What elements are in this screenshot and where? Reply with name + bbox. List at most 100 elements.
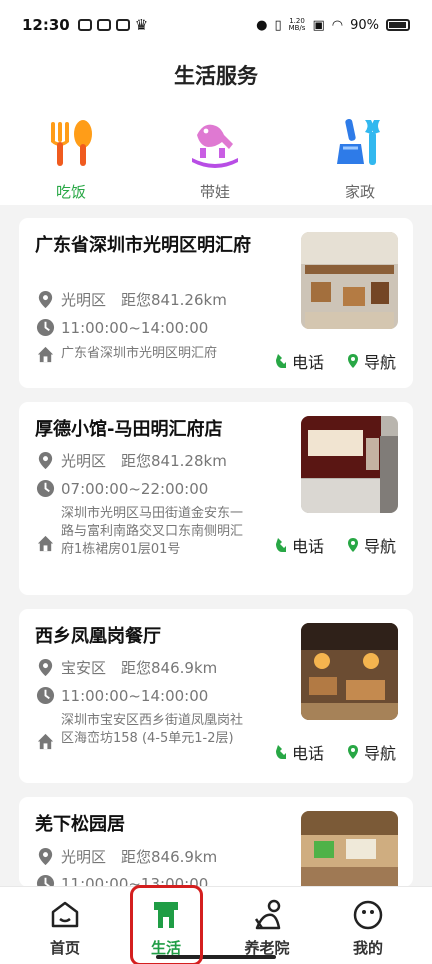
- location-icon: ●: [256, 17, 268, 33]
- district-row: 光明区 距您841.28km: [36, 451, 227, 471]
- phone-icon: [276, 354, 286, 368]
- restaurant-photo-image: [301, 232, 398, 329]
- hours-row: 07:00:00~22:00:00: [36, 479, 208, 499]
- phone-button[interactable]: 电话: [276, 533, 324, 557]
- restaurant-district: 光明区: [61, 452, 107, 470]
- restaurant-hours: 11:00:00~14:00:00: [61, 687, 209, 705]
- restaurant-photo[interactable]: [301, 811, 398, 887]
- phone-label: 电话: [292, 537, 325, 556]
- tab-me[interactable]: 我的: [328, 899, 408, 958]
- restaurant-distance: 距您846.9km: [121, 659, 218, 677]
- restaurant-photo[interactable]: [301, 623, 398, 720]
- restaurant-district: 宝安区: [61, 659, 107, 677]
- restaurant-card[interactable]: 羌下松园居 光明区 距您846.9km 11:00:00~13:00:00: [19, 797, 413, 887]
- navigation-pin-icon: [348, 354, 358, 368]
- district-row: 宝安区 距您846.9km: [36, 658, 217, 678]
- category-housekeeping[interactable]: 家政: [315, 117, 405, 202]
- restaurant-distance: 距您846.9km: [121, 848, 218, 866]
- restaurant-distance: 距您841.26km: [121, 291, 227, 309]
- location-pin-icon: [38, 847, 53, 866]
- restaurant-distance: 距您841.28km: [121, 452, 227, 470]
- category-childcare[interactable]: 带娃: [170, 117, 260, 202]
- district-row: 光明区 距您846.9km: [36, 847, 217, 867]
- crown-icon: ♛: [134, 16, 149, 34]
- phone-button[interactable]: 电话: [276, 349, 324, 373]
- clock-icon: [36, 686, 55, 705]
- phone-label: 电话: [292, 353, 325, 372]
- selected-tab-highlight: [130, 885, 203, 964]
- status-bar: 12:30 ♛ ● ▯ 1.20 MB/s ▣ ◠ 90%: [0, 0, 432, 50]
- house-icon: [37, 733, 54, 750]
- navigation-button[interactable]: 导航: [348, 740, 396, 764]
- service-header: 生活服务 吃饭 带娃 家政: [0, 50, 432, 205]
- restaurant-photo-image: [301, 811, 398, 887]
- broom-wrench-icon: [337, 118, 380, 165]
- navigation-label: 导航: [364, 744, 397, 763]
- chat-notification-icon: [115, 19, 130, 31]
- tab-nursing-home[interactable]: 养老院: [227, 899, 307, 958]
- vibration-icon: ▯: [274, 17, 282, 33]
- navigation-button[interactable]: 导航: [348, 349, 396, 373]
- district-row: 光明区 距您841.26km: [36, 290, 227, 310]
- restaurant-address: 深圳市宝安区西乡街道凤凰岗社区海峦坊158 (4-5单元1-2层): [61, 713, 244, 746]
- house-icon: [37, 535, 54, 552]
- notification-icons: ♛: [77, 16, 149, 34]
- location-pin-icon: [38, 658, 53, 677]
- navigation-pin-icon: [348, 538, 358, 552]
- restaurant-address: 广东省深圳市光明区明汇府: [61, 346, 218, 361]
- network-speed: 1.20 MB/s: [288, 17, 306, 32]
- home-icon: [51, 901, 79, 928]
- phone-icon: [276, 538, 286, 552]
- wifi-icon: ◠: [331, 17, 344, 33]
- smiley-face-icon: [353, 900, 383, 930]
- app-notification-icon: [77, 19, 92, 31]
- message-notification-icon: [96, 19, 111, 31]
- navigation-pin-icon: [348, 745, 358, 759]
- restaurant-name: 羌下松园居: [35, 814, 125, 835]
- restaurant-district: 光明区: [61, 848, 107, 866]
- tab-home[interactable]: 首页: [25, 899, 105, 958]
- address-row: 深圳市宝安区西乡街道凤凰岗社区海峦坊158 (4-5单元1-2层): [36, 712, 249, 751]
- hours-row: 11:00:00~14:00:00: [36, 318, 208, 338]
- category-food-label: 吃饭: [55, 183, 86, 201]
- page-title: 生活服务: [174, 64, 258, 88]
- restaurant-card[interactable]: 厚德小馆-马田明汇府店 光明区 距您841.28km 07:00:00~22:0…: [19, 402, 413, 595]
- address-row: 广东省深圳市光明区明汇府: [36, 345, 249, 364]
- house-icon: [37, 346, 54, 363]
- restaurant-name: 广东省深圳市光明区明汇府: [35, 235, 251, 256]
- restaurant-photo-image: [301, 416, 398, 513]
- location-pin-icon: [38, 451, 53, 470]
- restaurant-card[interactable]: 西乡凤凰岗餐厅 宝安区 距您846.9km 11:00:00~14:00:00 …: [19, 609, 413, 783]
- address-row: 深圳市光明区马田街道金安东一路与富利南路交叉口东南侧明汇府1栋裙房01层01号: [36, 505, 249, 559]
- phone-label: 电话: [292, 744, 325, 763]
- clock-icon: [36, 318, 55, 337]
- system-status-icons: ● ▯ 1.20 MB/s ▣ ◠ 90%: [256, 18, 410, 33]
- sim-icon: ▣: [312, 17, 325, 33]
- navigation-button[interactable]: 导航: [348, 533, 396, 557]
- rocking-horse-icon: [192, 124, 238, 168]
- tab-me-label: 我的: [352, 939, 383, 957]
- battery-icon: [386, 19, 410, 31]
- navigation-label: 导航: [364, 353, 397, 372]
- battery-percent: 90%: [350, 17, 379, 33]
- category-childcare-label: 带娃: [199, 183, 230, 201]
- category-food[interactable]: 吃饭: [26, 117, 116, 202]
- location-pin-icon: [38, 290, 53, 309]
- status-time: 12:30: [22, 16, 70, 34]
- restaurant-hours: 07:00:00~22:00:00: [61, 480, 209, 498]
- restaurant-district: 光明区: [61, 291, 107, 309]
- restaurant-photo[interactable]: [301, 416, 398, 513]
- elderly-person-icon: [254, 899, 281, 930]
- restaurant-photo[interactable]: [301, 232, 398, 329]
- navigation-label: 导航: [364, 537, 397, 556]
- hours-row: 11:00:00~14:00:00: [36, 686, 208, 706]
- restaurant-hours: 11:00:00~14:00:00: [61, 319, 209, 337]
- category-housekeeping-label: 家政: [344, 183, 375, 201]
- clock-icon: [36, 479, 55, 498]
- tab-home-label: 首页: [49, 939, 80, 957]
- restaurant-photo-image: [301, 623, 398, 720]
- phone-icon: [276, 745, 286, 759]
- restaurant-name: 西乡凤凰岗餐厅: [35, 626, 161, 647]
- restaurant-card[interactable]: 广东省深圳市光明区明汇府 光明区 距您841.26km 11:00:00~14:…: [19, 218, 413, 388]
- phone-button[interactable]: 电话: [276, 740, 324, 764]
